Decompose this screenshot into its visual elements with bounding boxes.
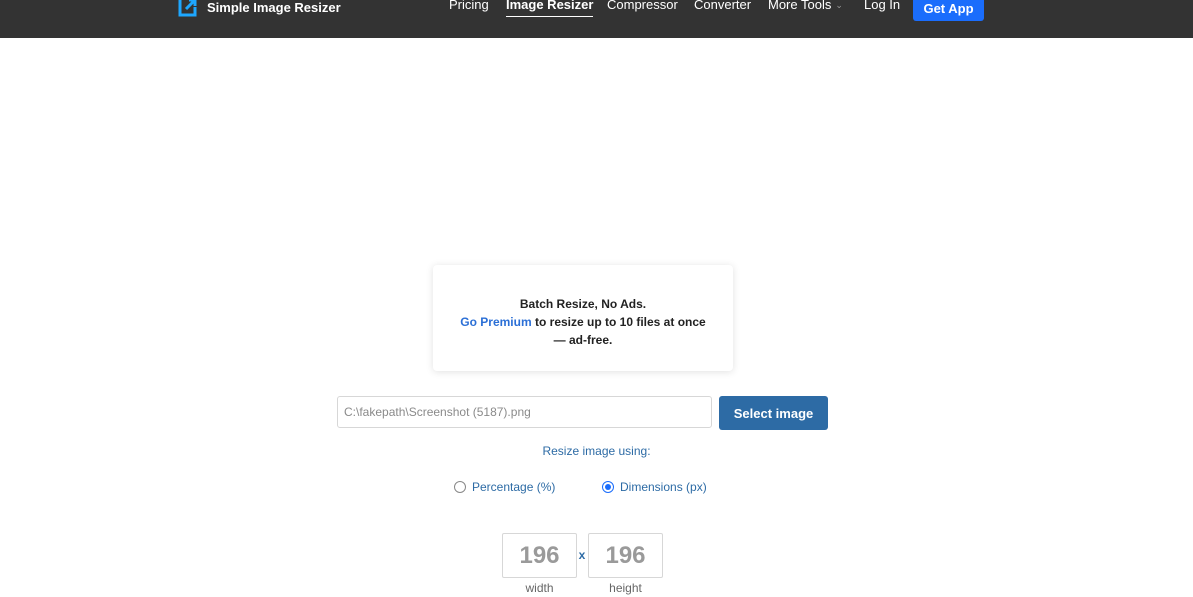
nav-item-log-in[interactable]: Log In [864, 0, 900, 14]
premium-promo-card: Batch Resize, No Ads. Go Premium to resi… [433, 265, 733, 371]
promo-text: to resize up to 10 files at once [534, 315, 706, 329]
more-tools-label: More Tools [768, 0, 832, 12]
dimension-separator: x [578, 548, 586, 562]
radio-percentage-label: Percentage (%) [472, 480, 556, 494]
logo-icon [178, 0, 197, 17]
promo-body: Go Premium to resize up to 10 files at o… [433, 313, 733, 331]
height-label: height [609, 581, 642, 595]
resize-method-label: Resize image using: [542, 444, 651, 458]
select-image-button[interactable]: Select image [719, 396, 828, 430]
nav-item-pricing[interactable]: Pricing [449, 0, 489, 14]
radio-dimensions[interactable]: Dimensions (px) [602, 479, 707, 495]
nav-item-more-tools[interactable]: More Tools ⌄ [768, 0, 843, 14]
brand-name: Simple Image Resizer [207, 0, 341, 15]
promo-text-2: — ad-free. [553, 333, 613, 347]
nav-item-compressor[interactable]: Compressor [607, 0, 678, 14]
height-input[interactable]: 196 [588, 533, 663, 578]
radio-dimensions-label: Dimensions (px) [620, 480, 707, 494]
top-navbar: Simple Image Resizer Pricing Image Resiz… [0, 0, 1193, 38]
go-premium-link[interactable]: Go Premium [460, 315, 531, 329]
brand-logo-link[interactable]: Simple Image Resizer [177, 0, 341, 20]
radio-percentage-circle[interactable] [454, 481, 466, 493]
nav-item-image-resizer[interactable]: Image Resizer [506, 0, 594, 17]
nav-item-converter[interactable]: Converter [694, 0, 751, 14]
promo-title: Batch Resize, No Ads. [519, 297, 647, 311]
file-path-input[interactable]: C:\fakepath\Screenshot (5187).png [337, 396, 712, 428]
radio-percentage[interactable]: Percentage (%) [454, 479, 555, 495]
chevron-down-icon: ⌄ [835, 0, 843, 10]
width-input[interactable]: 196 [502, 533, 577, 578]
get-app-button[interactable]: Get App [913, 0, 984, 21]
radio-dimensions-circle[interactable] [602, 481, 614, 493]
width-label: width [525, 581, 554, 595]
